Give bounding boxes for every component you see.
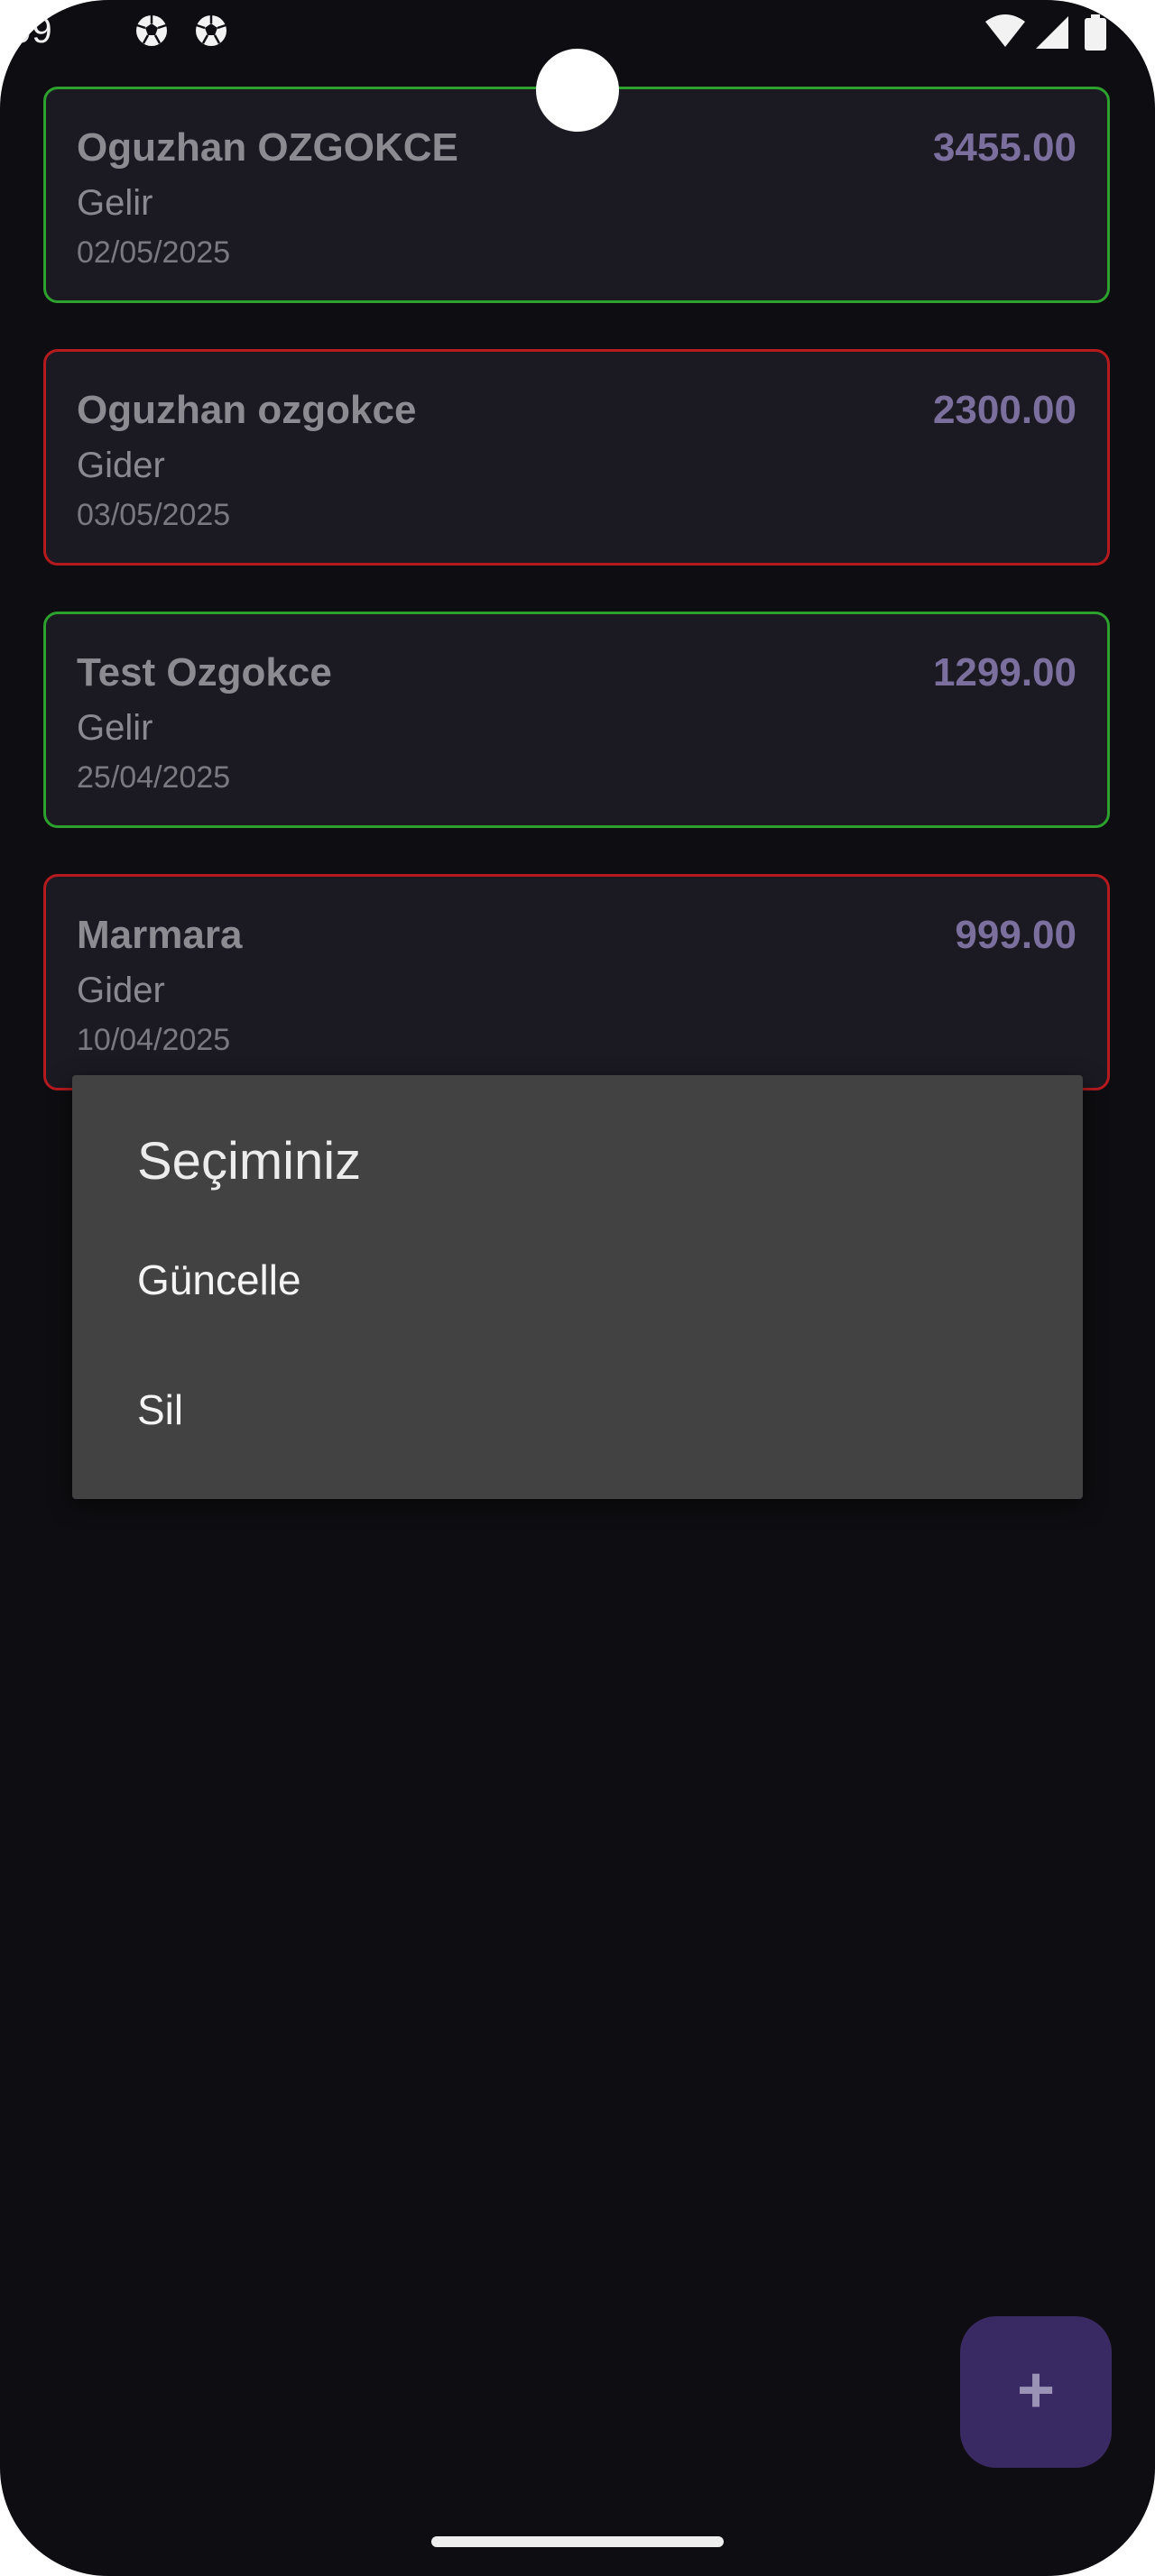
transaction-name: Oguzhan OZGOKCE bbox=[77, 125, 458, 170]
transaction-name: Oguzhan ozgokce bbox=[77, 388, 417, 432]
plus-icon: + bbox=[1016, 2354, 1056, 2426]
battery-icon bbox=[1085, 14, 1106, 51]
choice-dialog: Seçiminiz Güncelle Sil bbox=[72, 1075, 1083, 1499]
option-label: Güncelle bbox=[137, 1256, 301, 1303]
transaction-amount: 1299.00 bbox=[932, 650, 1076, 695]
transaction-date: 03/05/2025 bbox=[77, 498, 231, 532]
phone-screen: :09 Oguzhan OZGOKCE 3455.00 Gelir 02/05/… bbox=[0, 0, 1155, 2576]
transaction-card[interactable]: Oguzhan ozgokce 2300.00 Gider 03/05/2025 bbox=[43, 349, 1110, 566]
transaction-date: 02/05/2025 bbox=[77, 235, 231, 270]
cell-signal-icon bbox=[1036, 16, 1068, 49]
transaction-card[interactable]: Marmara 999.00 Gider 10/04/2025 bbox=[43, 874, 1110, 1090]
dialog-title: Seçiminiz bbox=[137, 1132, 362, 1191]
update-option[interactable]: Güncelle bbox=[72, 1219, 1083, 1337]
transaction-amount: 2300.00 bbox=[932, 388, 1076, 432]
delete-option[interactable]: Sil bbox=[72, 1349, 1083, 1467]
transaction-type: Gelir bbox=[77, 183, 153, 223]
gesture-handle[interactable] bbox=[431, 2536, 724, 2547]
transaction-name: Test Ozgokce bbox=[77, 650, 332, 695]
option-label: Sil bbox=[137, 1386, 184, 1433]
transaction-type: Gelir bbox=[77, 708, 153, 748]
camera-cutout bbox=[536, 49, 619, 132]
wifi-icon bbox=[985, 14, 1025, 47]
soccer-ball-icon bbox=[136, 15, 167, 46]
transaction-amount: 999.00 bbox=[955, 913, 1076, 957]
transaction-card[interactable]: Test Ozgokce 1299.00 Gelir 25/04/2025 bbox=[43, 612, 1110, 828]
transaction-type: Gider bbox=[77, 446, 165, 485]
soccer-ball-icon bbox=[196, 15, 226, 46]
transaction-amount: 3455.00 bbox=[932, 125, 1076, 170]
transaction-date: 25/04/2025 bbox=[77, 760, 231, 795]
system-status-icons bbox=[985, 14, 1106, 51]
transaction-type: Gider bbox=[77, 971, 165, 1010]
transaction-date: 10/04/2025 bbox=[77, 1023, 231, 1057]
status-time: :09 bbox=[0, 11, 53, 51]
transaction-name: Marmara bbox=[77, 913, 243, 957]
add-transaction-button[interactable]: + bbox=[960, 2316, 1112, 2468]
